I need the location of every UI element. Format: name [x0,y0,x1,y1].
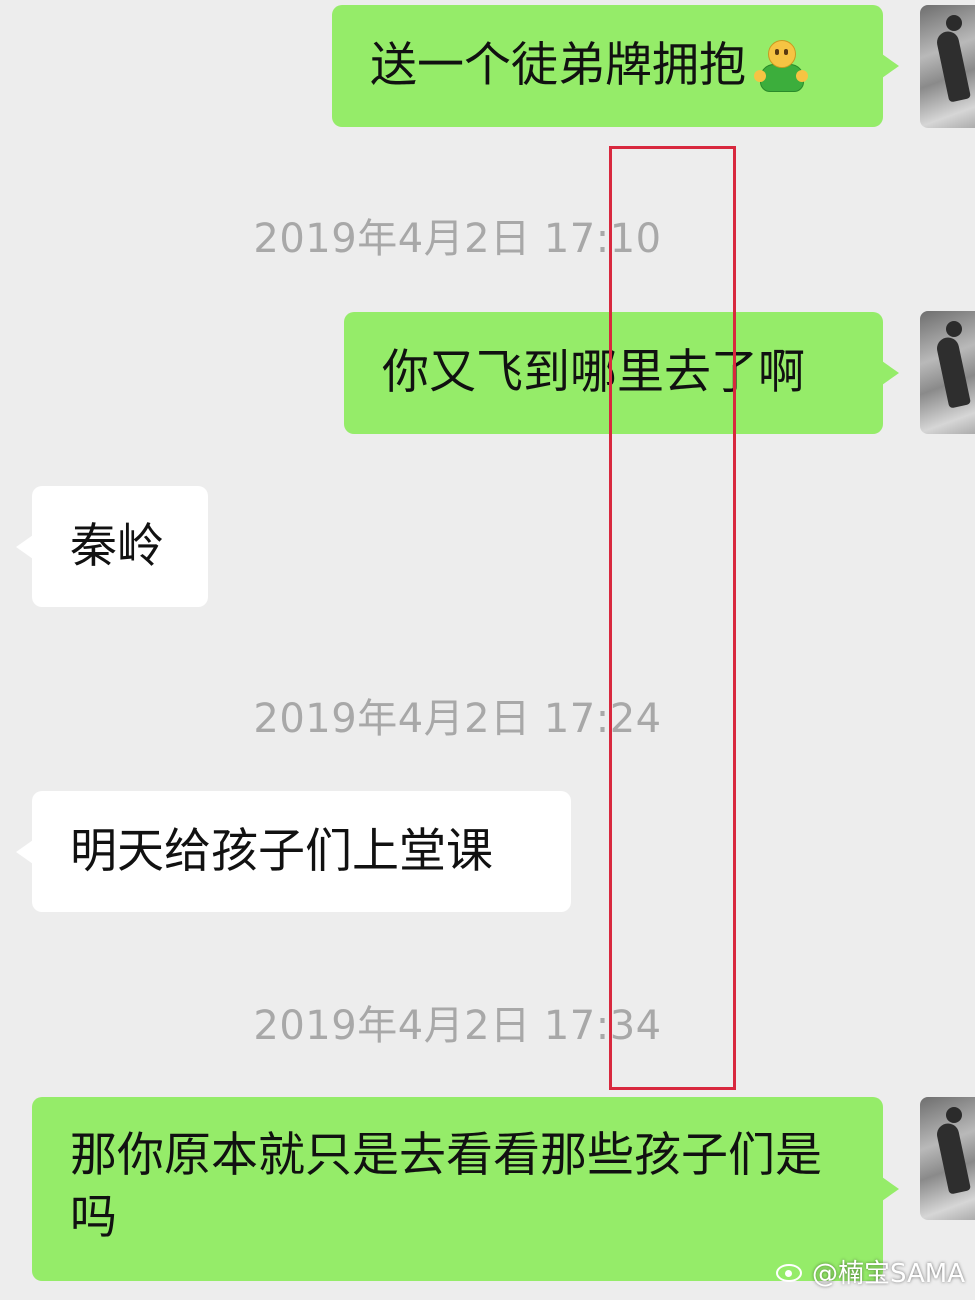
received-message-bubble[interactable]: 秦岭 [16,486,208,607]
sent-message-bubble[interactable]: 送一个徒弟牌拥抱 [332,5,899,127]
message-text: 送一个徒弟牌拥抱 [370,38,746,93]
user-avatar[interactable] [920,5,975,128]
timestamp: 2019年4月2日 17:10 [253,216,662,262]
message-text: 那你原本就只是去看看那些孩子们是吗 [70,1128,822,1245]
weibo-logo-icon [776,1260,806,1284]
message-text: 你又飞到哪里去了啊 [382,345,805,400]
hugging-person-emoji-icon [752,38,808,94]
user-avatar[interactable] [920,1097,975,1220]
user-avatar[interactable] [920,311,975,434]
message-text: 秦岭 [70,518,164,574]
sent-message-bubble[interactable]: 那你原本就只是去看看那些孩子们是吗 [32,1097,899,1281]
watermark: @楠宝SAMA [776,1253,965,1290]
received-message-bubble[interactable]: 明天给孩子们上堂课 [16,791,571,912]
message-text: 明天给孩子们上堂课 [70,823,493,879]
chat-area: 送一个徒弟牌拥抱 2019年4月2日 17:10 你又飞到哪里去了啊 秦岭 20… [0,0,975,1300]
timestamp: 2019年4月2日 17:34 [253,1003,662,1049]
sent-message-bubble[interactable]: 你又飞到哪里去了啊 [344,312,899,434]
timestamp: 2019年4月2日 17:24 [253,696,662,742]
watermark-text: @楠宝SAMA [812,1259,965,1289]
